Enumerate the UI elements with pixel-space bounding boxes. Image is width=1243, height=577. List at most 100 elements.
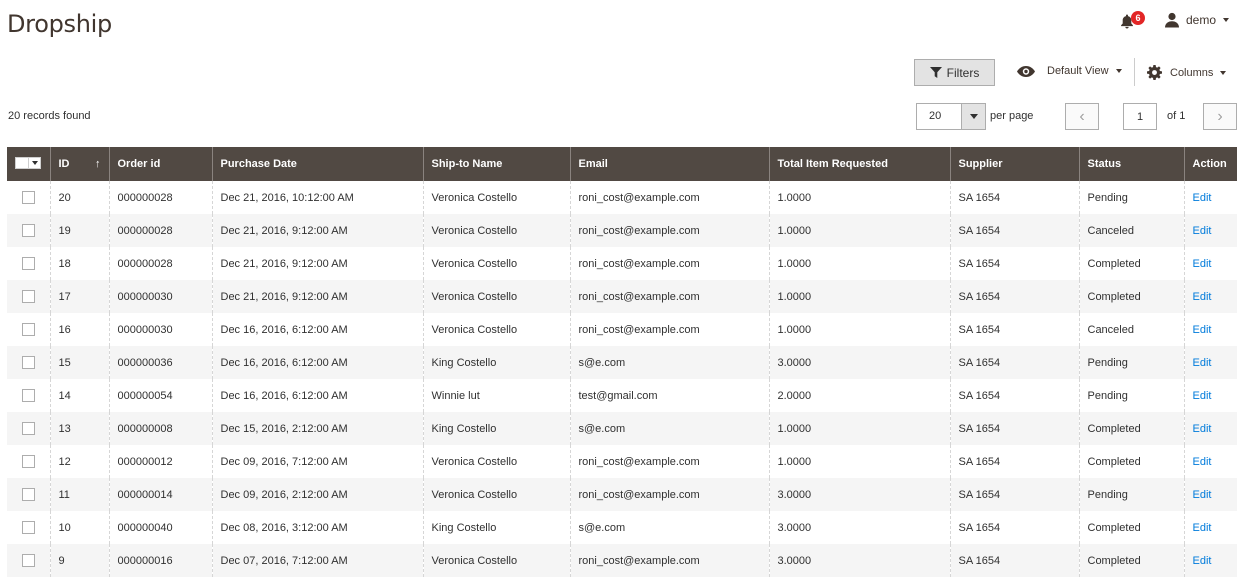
cell-order-id: 000000054 — [108, 379, 212, 412]
total-pages-label: of 1 — [1167, 110, 1186, 122]
sort-ascending-icon: ↑ — [95, 158, 101, 170]
cell-order-id: 000000014 — [108, 478, 212, 511]
row-checkbox[interactable] — [21, 488, 35, 501]
columns-button[interactable]: Columns — [1147, 65, 1227, 80]
toolbar-divider — [1134, 58, 1135, 86]
cell-id: 14 — [49, 379, 109, 412]
edit-link[interactable]: Edit — [1193, 225, 1212, 237]
cell-supplier: SA 1654 — [949, 544, 1079, 577]
cell-total-item-requested: 1.0000 — [768, 214, 950, 247]
records-count: 20 records found — [8, 110, 91, 122]
cell-order-id: 000000008 — [108, 412, 212, 445]
column-header-purchase-date[interactable]: Purchase Date — [211, 147, 423, 181]
cell-supplier: SA 1654 — [949, 247, 1079, 280]
edit-link[interactable]: Edit — [1193, 489, 1212, 501]
cell-order-id: 000000040 — [108, 511, 212, 544]
edit-link[interactable]: Edit — [1193, 291, 1212, 303]
cell-supplier: SA 1654 — [949, 280, 1079, 313]
cell-id: 11 — [49, 478, 109, 511]
edit-link[interactable]: Edit — [1193, 423, 1212, 435]
edit-link[interactable]: Edit — [1193, 324, 1212, 336]
next-page-button[interactable]: › — [1203, 103, 1237, 130]
table-row: 13 000000008 Dec 15, 2016, 2:12:00 AM Ki… — [7, 412, 1237, 445]
cell-purchase-date: Dec 15, 2016, 2:12:00 AM — [211, 412, 423, 445]
chevron-down-icon — [29, 161, 40, 165]
cell-status: Canceled — [1078, 313, 1184, 346]
cell-status: Pending — [1078, 379, 1184, 412]
row-checkbox[interactable] — [21, 257, 35, 270]
edit-link[interactable]: Edit — [1193, 258, 1212, 270]
notification-count-badge: 6 — [1131, 11, 1145, 25]
cell-supplier: SA 1654 — [949, 346, 1079, 379]
cell-email: s@e.com — [569, 511, 769, 544]
cell-total-item-requested: 3.0000 — [768, 478, 950, 511]
cell-email: s@e.com — [569, 412, 769, 445]
table-row: 20 000000028 Dec 21, 2016, 10:12:00 AM V… — [7, 181, 1237, 214]
cell-purchase-date: Dec 09, 2016, 2:12:00 AM — [211, 478, 423, 511]
cell-ship-to-name: King Costello — [422, 412, 570, 445]
row-checkbox[interactable] — [21, 323, 35, 336]
cell-id: 12 — [49, 445, 109, 478]
cell-purchase-date: Dec 21, 2016, 10:12:00 AM — [211, 181, 423, 214]
column-header-total-item-requested[interactable]: Total Item Requested — [768, 147, 950, 181]
view-switcher[interactable]: Default View — [1017, 65, 1122, 77]
cell-ship-to-name: Veronica Costello — [422, 445, 570, 478]
cell-ship-to-name: Veronica Costello — [422, 280, 570, 313]
cell-supplier: SA 1654 — [949, 313, 1079, 346]
per-page-select[interactable]: 20 — [916, 103, 986, 130]
mass-select-dropdown[interactable] — [15, 157, 42, 169]
table-row: 10 000000040 Dec 08, 2016, 3:12:00 AM Ki… — [7, 511, 1237, 544]
edit-link[interactable]: Edit — [1193, 555, 1212, 567]
cell-id: 20 — [49, 181, 109, 214]
cell-supplier: SA 1654 — [949, 214, 1079, 247]
row-checkbox[interactable] — [21, 422, 35, 435]
cell-ship-to-name: Veronica Costello — [422, 214, 570, 247]
cell-id: 16 — [49, 313, 109, 346]
edit-link[interactable]: Edit — [1193, 522, 1212, 534]
per-page-label: per page — [990, 110, 1034, 122]
cell-order-id: 000000028 — [108, 247, 212, 280]
row-checkbox[interactable] — [21, 554, 35, 567]
previous-page-button[interactable]: ‹ — [1065, 103, 1099, 130]
grid-header-row: ID ↑ Order id Purchase Date Ship-to Name… — [7, 147, 1237, 181]
cell-ship-to-name: King Costello — [422, 346, 570, 379]
row-checkbox[interactable] — [21, 290, 35, 303]
cell-email: roni_cost@example.com — [569, 247, 769, 280]
cell-ship-to-name: Veronica Costello — [422, 247, 570, 280]
cell-purchase-date: Dec 09, 2016, 7:12:00 AM — [211, 445, 423, 478]
row-checkbox[interactable] — [21, 521, 35, 534]
cell-order-id: 000000028 — [108, 181, 212, 214]
dropship-grid: ID ↑ Order id Purchase Date Ship-to Name… — [7, 147, 1237, 577]
per-page-value: 20 — [929, 110, 942, 122]
column-header-status[interactable]: Status — [1078, 147, 1184, 181]
edit-link[interactable]: Edit — [1193, 390, 1212, 402]
cell-email: roni_cost@example.com — [569, 214, 769, 247]
column-header-ship-to-name[interactable]: Ship-to Name — [422, 147, 570, 181]
row-checkbox[interactable] — [21, 191, 35, 204]
select-all-checkbox[interactable] — [16, 158, 30, 168]
column-header-order-id[interactable]: Order id — [108, 147, 212, 181]
edit-link[interactable]: Edit — [1193, 357, 1212, 369]
funnel-icon — [929, 67, 942, 78]
column-header-id[interactable]: ID ↑ — [49, 147, 109, 181]
page-title: Dropship — [7, 10, 112, 38]
user-menu[interactable]: demo — [1164, 12, 1230, 28]
edit-link[interactable]: Edit — [1193, 192, 1212, 204]
column-header-supplier[interactable]: Supplier — [949, 147, 1079, 181]
row-checkbox[interactable] — [21, 455, 35, 468]
current-page-input[interactable] — [1123, 103, 1157, 130]
notifications-button[interactable]: 6 — [1120, 11, 1145, 31]
edit-link[interactable]: Edit — [1193, 456, 1212, 468]
cell-total-item-requested: 1.0000 — [768, 412, 950, 445]
cell-ship-to-name: Veronica Costello — [422, 544, 570, 577]
column-header-email[interactable]: Email — [569, 147, 769, 181]
filters-button[interactable]: Filters — [914, 59, 995, 86]
cell-email: roni_cost@example.com — [569, 478, 769, 511]
table-row: 16 000000030 Dec 16, 2016, 6:12:00 AM Ve… — [7, 313, 1237, 346]
row-checkbox[interactable] — [21, 389, 35, 402]
cell-supplier: SA 1654 — [949, 445, 1079, 478]
row-checkbox[interactable] — [21, 224, 35, 237]
row-checkbox[interactable] — [21, 356, 35, 369]
cell-total-item-requested: 3.0000 — [768, 346, 950, 379]
mass-action-header[interactable] — [7, 147, 50, 181]
